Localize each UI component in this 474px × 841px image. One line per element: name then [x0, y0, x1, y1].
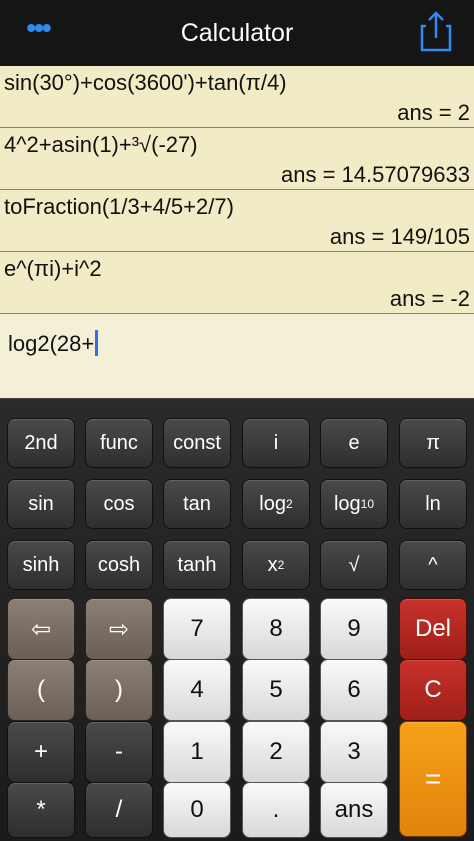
history-expression: 4^2+asin(1)+³√(-27): [4, 132, 198, 157]
digit-1-key[interactable]: 1: [163, 721, 231, 783]
decimal-point-key[interactable]: .: [242, 782, 310, 838]
expression-input[interactable]: log2(28+: [0, 314, 474, 398]
cursor-left-icon[interactable]: ⇦: [7, 598, 75, 660]
cosh-key[interactable]: cosh: [85, 540, 153, 590]
minus-key[interactable]: -: [85, 721, 153, 783]
second-key[interactable]: 2nd: [7, 418, 75, 468]
power-key[interactable]: ^: [399, 540, 467, 590]
sin-key[interactable]: sin: [7, 479, 75, 529]
right-paren-key[interactable]: ): [85, 659, 153, 721]
digit-2-key[interactable]: 2: [242, 721, 310, 783]
const-key[interactable]: const: [163, 418, 231, 468]
history-entry[interactable]: toFraction(1/3+4/5+2/7) ans = 149/105: [0, 190, 474, 252]
delete-key[interactable]: Del: [399, 598, 467, 660]
sinh-key[interactable]: sinh: [7, 540, 75, 590]
digit-4-key[interactable]: 4: [163, 659, 231, 721]
ans-key[interactable]: ans: [320, 782, 388, 838]
square-key[interactable]: x2: [242, 540, 310, 590]
expression-input-text: log2(28+: [8, 330, 99, 357]
imaginary-i-key[interactable]: i: [242, 418, 310, 468]
history-entry[interactable]: 4^2+asin(1)+³√(-27) ans = 14.57079633: [0, 128, 474, 190]
share-icon[interactable]: [420, 10, 452, 52]
plus-key[interactable]: +: [7, 721, 75, 783]
log10-key[interactable]: log 10: [320, 479, 388, 529]
digit-6-key[interactable]: 6: [320, 659, 388, 721]
digit-5-key[interactable]: 5: [242, 659, 310, 721]
sqrt-key[interactable]: √: [320, 540, 388, 590]
left-paren-key[interactable]: (: [7, 659, 75, 721]
euler-e-key[interactable]: e: [320, 418, 388, 468]
history-expression: e^(πi)+i^2: [4, 256, 102, 281]
digit-7-key[interactable]: 7: [163, 598, 231, 660]
tanh-key[interactable]: tanh: [163, 540, 231, 590]
divide-key[interactable]: /: [85, 782, 153, 838]
cursor-right-icon[interactable]: ⇨: [85, 598, 153, 660]
history-answer: ans = 149/105: [329, 224, 470, 249]
history-entry[interactable]: e^(πi)+i^2 ans = -2: [0, 252, 474, 314]
multiply-key[interactable]: *: [7, 782, 75, 838]
log2-key[interactable]: log 2: [242, 479, 310, 529]
equals-key[interactable]: =: [399, 721, 467, 837]
cos-key[interactable]: cos: [85, 479, 153, 529]
tan-key[interactable]: tan: [163, 479, 231, 529]
digit-8-key[interactable]: 8: [242, 598, 310, 660]
text-cursor: [95, 330, 99, 356]
history-entry[interactable]: sin(30°)+cos(3600')+tan(π/4) ans = 2: [0, 66, 474, 128]
navigation-bar: ••• Calculator: [0, 0, 474, 66]
history-answer: ans = 2: [397, 100, 470, 125]
keypad: 2nd func const i e π sin cos tan log 2 lo…: [0, 398, 474, 841]
history-panel[interactable]: sin(30°)+cos(3600')+tan(π/4) ans = 2 4^2…: [0, 66, 474, 398]
history-answer: ans = -2: [389, 286, 470, 311]
page-title: Calculator: [180, 19, 294, 47]
ln-key[interactable]: ln: [399, 479, 467, 529]
digit-0-key[interactable]: 0: [163, 782, 231, 838]
pi-key[interactable]: π: [399, 418, 467, 468]
history-answer: ans = 14.57079633: [280, 162, 470, 187]
history-expression: sin(30°)+cos(3600')+tan(π/4): [4, 70, 287, 95]
history-expression: toFraction(1/3+4/5+2/7): [4, 194, 234, 219]
digit-3-key[interactable]: 3: [320, 721, 388, 783]
clear-key[interactable]: C: [399, 659, 467, 721]
func-key[interactable]: func: [85, 418, 153, 468]
digit-9-key[interactable]: 9: [320, 598, 388, 660]
